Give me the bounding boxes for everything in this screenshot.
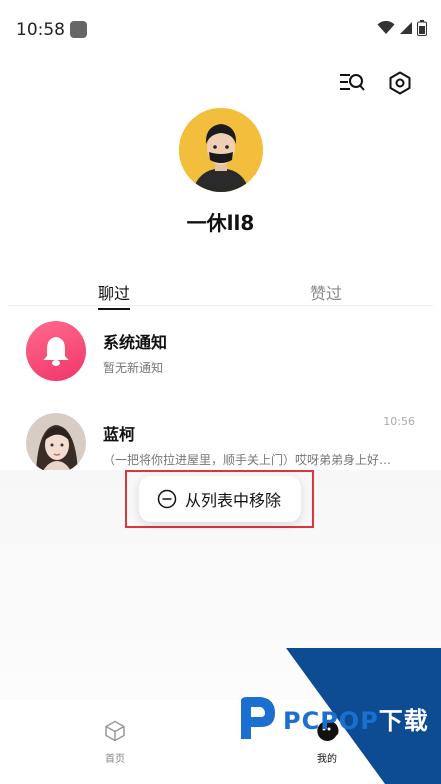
- tab-liked[interactable]: 赞过: [310, 280, 342, 304]
- profile-username: 一休ll8: [186, 211, 255, 235]
- bell-icon: [43, 337, 69, 366]
- nav-mine[interactable]: 我的: [297, 720, 357, 765]
- remove-from-list-button[interactable]: 从列表中移除: [139, 476, 301, 522]
- status-time: 10:58: [16, 20, 65, 40]
- status-bar: 10:58: [0, 0, 441, 58]
- settings-icon: [389, 71, 411, 95]
- tab-chatted[interactable]: 聊过: [98, 280, 131, 310]
- nav-mine-label: 我的: [317, 754, 337, 765]
- remove-from-list-label: 从列表中移除: [185, 491, 282, 510]
- contact-avatar: [26, 413, 86, 473]
- conversation-preview: （一把将你拉进屋里，顺手关上门）哎呀弟弟身上好…: [103, 453, 392, 467]
- notification-avatar: [26, 321, 86, 381]
- nav-home[interactable]: 首页: [85, 720, 145, 765]
- search-list-button[interactable]: [339, 70, 365, 96]
- settings-button[interactable]: [387, 70, 413, 96]
- app-notification-icon: [70, 21, 87, 38]
- profile-avatar[interactable]: [179, 108, 263, 192]
- conversation-name: 蓝柯: [103, 425, 136, 444]
- status-icons: [377, 20, 427, 36]
- list-item-system-notifications[interactable]: 系统通知 暂无新通知: [0, 318, 441, 388]
- contact-avatar-image: [26, 413, 86, 473]
- conversation-name: 系统通知: [103, 333, 168, 352]
- home-cube-icon: [105, 720, 125, 742]
- nav-home-label: 首页: [105, 754, 125, 765]
- signal-icon: [400, 22, 412, 34]
- bottom-nav: 首页 我的: [0, 700, 441, 784]
- wifi-icon: [377, 21, 395, 34]
- conversation-time: 10:56: [383, 415, 415, 428]
- top-actions: [339, 70, 413, 96]
- profile-icon: [317, 720, 339, 741]
- search-list-icon: [340, 74, 365, 91]
- conversation-preview: 暂无新通知: [103, 361, 164, 375]
- remove-circle-icon: [157, 489, 177, 509]
- battery-icon: [417, 20, 427, 36]
- tab-bar: 聊过 赞过: [8, 276, 433, 310]
- profile-avatar-image: [179, 108, 263, 192]
